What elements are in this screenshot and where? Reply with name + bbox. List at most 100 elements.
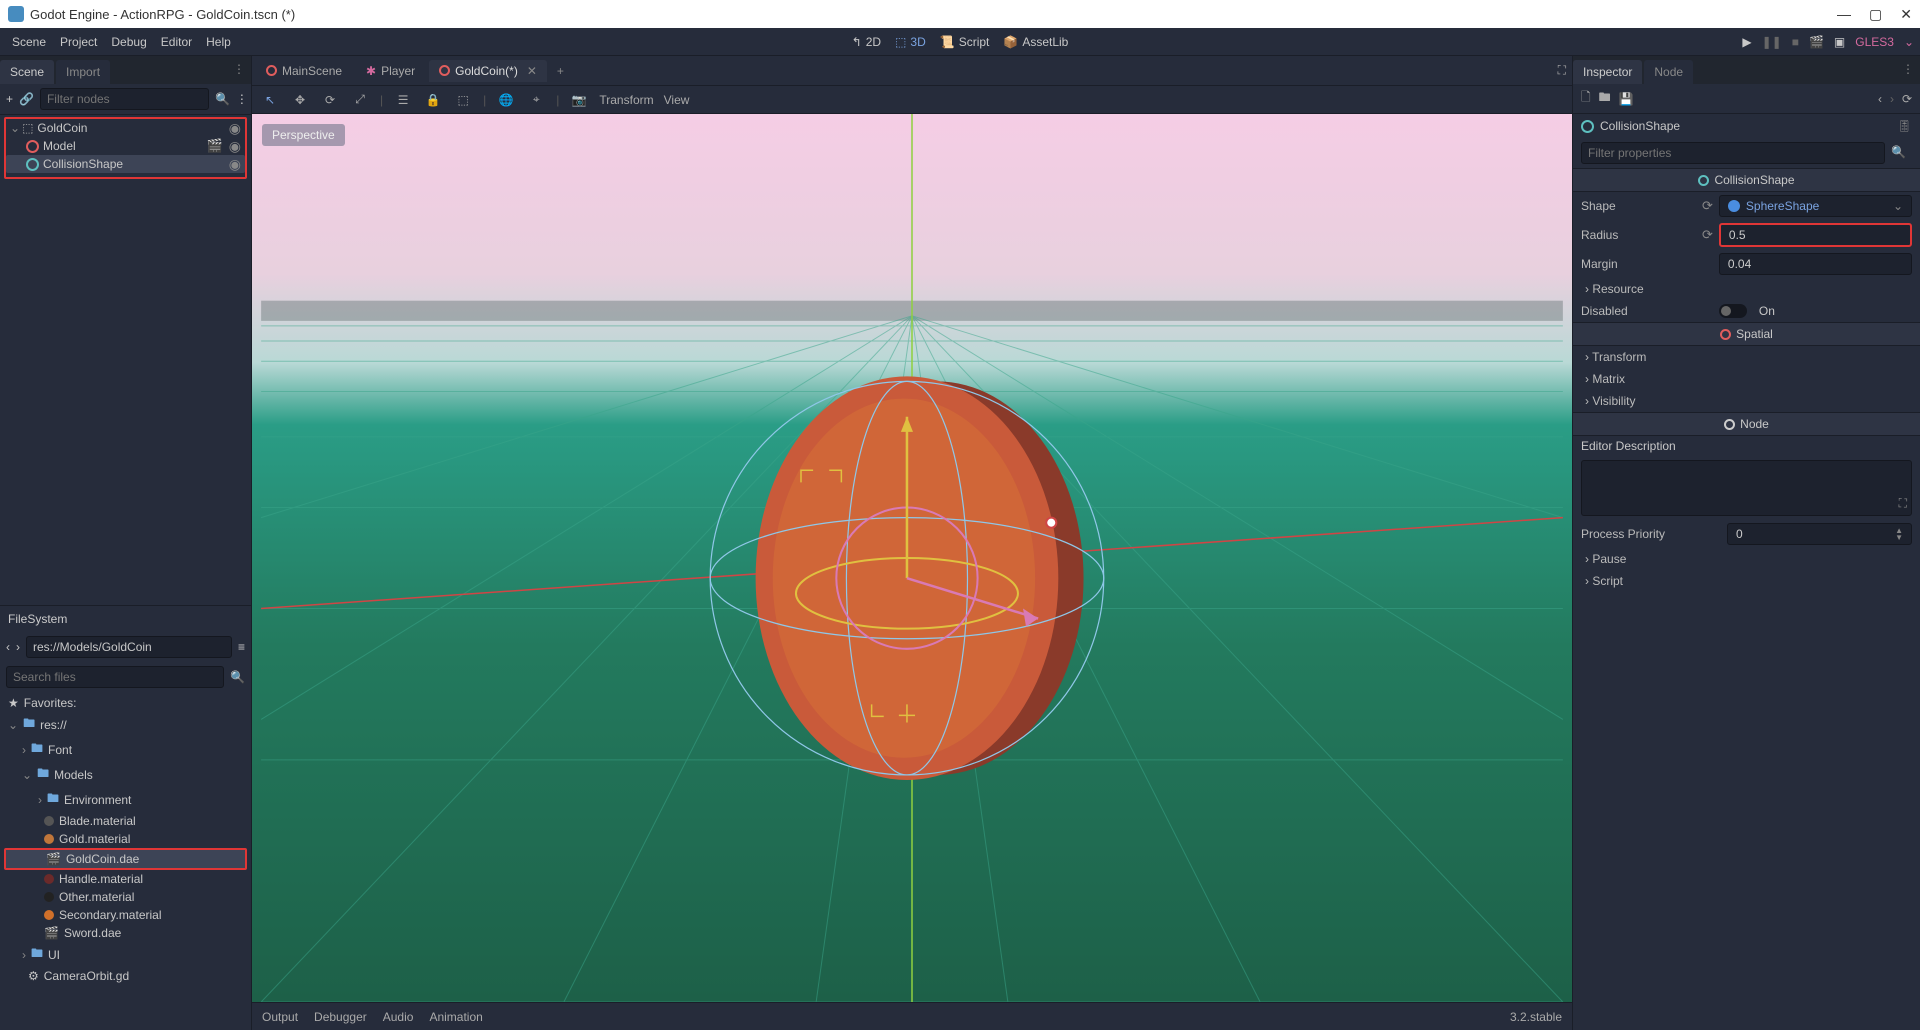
maximize-button[interactable]: ▢ (1869, 6, 1882, 23)
prop-priority-value[interactable]: 0▲▼ (1727, 523, 1912, 545)
chevron-down-icon[interactable]: ⌄ (1893, 199, 1903, 213)
history-list-icon[interactable]: ⟳ (1902, 92, 1912, 106)
history-back-icon[interactable]: ‹ (1878, 92, 1882, 106)
scene-dock-tab[interactable]: Scene (0, 60, 54, 84)
menu-debug[interactable]: Debug (111, 35, 146, 49)
new-resource-icon[interactable]: 🗋 (1581, 88, 1591, 109)
mode-2d[interactable]: ↰ 2D (852, 35, 881, 49)
expand-icon[interactable]: ⛶ (1899, 496, 1907, 511)
fs-file-cameraorbit[interactable]: ⚙CameraOrbit.gd (4, 967, 247, 985)
prop-margin-value[interactable]: 0.04 (1719, 253, 1912, 275)
transform-menu[interactable]: Transform (599, 93, 653, 107)
fs-search-input[interactable] (6, 666, 224, 688)
renderer-dropdown-icon[interactable]: ⌄ (1904, 35, 1914, 49)
editor-description-box[interactable]: ⛶ (1581, 460, 1912, 516)
fs-view-mode-icon[interactable]: ≡ (238, 640, 245, 654)
fs-file-goldcoin[interactable]: 🎬GoldCoin.dae (4, 848, 247, 870)
fs-folder-environment[interactable]: ›🖿Environment (4, 787, 247, 812)
move-tool-icon[interactable]: ✥ (290, 93, 310, 107)
section-node[interactable]: Node (1573, 412, 1920, 436)
lock-tool-icon[interactable]: 🔒 (423, 93, 443, 107)
tree-node-collisionshape[interactable]: CollisionShape ◉ (6, 155, 245, 173)
camera-tool-icon[interactable]: 📷 (569, 93, 589, 107)
add-node-icon[interactable]: + (6, 92, 13, 106)
menu-help[interactable]: Help (206, 35, 231, 49)
filter-properties-input[interactable] (1581, 142, 1885, 164)
renderer-select[interactable]: GLES3 (1855, 35, 1894, 49)
disabled-toggle[interactable] (1719, 304, 1747, 318)
pause-expand[interactable]: › Pause (1573, 548, 1920, 570)
fs-path[interactable]: res://Models/GoldCoin (26, 636, 232, 658)
spinner-icon[interactable]: ▲▼ (1895, 527, 1903, 541)
pause-button[interactable]: ❚❚ (1762, 35, 1782, 49)
scene-tab-mainscene[interactable]: MainScene (256, 60, 352, 82)
menu-project[interactable]: Project (60, 35, 97, 49)
add-scene-tab[interactable]: + (551, 64, 570, 78)
fs-file-secondary[interactable]: Secondary.material (4, 906, 247, 924)
close-button[interactable]: ✕ (1900, 6, 1912, 23)
search-icon[interactable]: 🔍 (215, 92, 230, 106)
node-tab[interactable]: Node (1644, 60, 1693, 84)
snap-tool-icon[interactable]: ⌖ (526, 92, 546, 107)
search-icon[interactable]: 🔍 (230, 670, 245, 684)
section-collisionshape[interactable]: CollisionShape (1573, 168, 1920, 192)
play-button[interactable]: ▶ (1742, 35, 1751, 49)
revert-icon[interactable]: ⟳ (1702, 198, 1713, 214)
bottom-debugger[interactable]: Debugger (314, 1010, 367, 1024)
scene-tab-goldcoin[interactable]: GoldCoin(*)✕ (429, 60, 547, 82)
fs-folder-models[interactable]: ⌄🖿Models (4, 762, 247, 787)
node-tools-icon[interactable]: 🎚 (1897, 119, 1912, 133)
play-custom-button[interactable]: ▣ (1834, 35, 1845, 49)
group-tool-icon[interactable]: ⬚ (453, 93, 473, 107)
viewport-3d[interactable]: Perspective (252, 114, 1572, 1002)
tree-root-goldcoin[interactable]: ⌄⬚ GoldCoin ◉ (6, 119, 245, 137)
scale-tool-icon[interactable]: ⤢ (350, 92, 370, 107)
visibility-expand[interactable]: › Visibility (1573, 390, 1920, 412)
import-dock-tab[interactable]: Import (56, 60, 110, 84)
select-tool-icon[interactable]: ↖ (260, 93, 280, 107)
prop-shape-value[interactable]: SphereShape⌄ (1719, 195, 1912, 217)
rotate-tool-icon[interactable]: ⟳ (320, 93, 340, 107)
fs-favorites[interactable]: ★Favorites: (4, 694, 247, 712)
matrix-expand[interactable]: › Matrix (1573, 368, 1920, 390)
fs-folder-font[interactable]: ›🖿Font (4, 737, 247, 762)
save-resource-icon[interactable]: 💾 (1619, 92, 1634, 106)
scene-tab-player[interactable]: ✱Player (356, 60, 425, 82)
mode-3d[interactable]: ⬚ 3D (895, 35, 926, 49)
bottom-animation[interactable]: Animation (429, 1010, 482, 1024)
minimize-button[interactable]: — (1837, 6, 1851, 23)
dock-menu-icon[interactable]: ⋮ (1902, 62, 1914, 76)
inspector-tab[interactable]: Inspector (1573, 60, 1642, 84)
section-spatial[interactable]: Spatial (1573, 322, 1920, 346)
play-scene-button[interactable]: 🎬 (1809, 35, 1824, 49)
fs-file-blade[interactable]: Blade.material (4, 812, 247, 830)
fs-file-gold[interactable]: Gold.material (4, 830, 247, 848)
transform-expand[interactable]: › Transform (1573, 346, 1920, 368)
scene-menu-icon[interactable]: ⋮ (236, 92, 248, 106)
search-icon[interactable]: 🔍 (1885, 142, 1912, 164)
menu-editor[interactable]: Editor (161, 35, 192, 49)
view-menu[interactable]: View (664, 93, 690, 107)
fs-back-icon[interactable]: ‹ (6, 640, 10, 654)
stop-button[interactable]: ■ (1792, 35, 1799, 49)
filter-nodes-input[interactable] (40, 88, 209, 110)
fs-forward-icon[interactable]: › (16, 640, 20, 654)
local-tool-icon[interactable]: 🌐 (496, 93, 516, 107)
revert-icon[interactable]: ⟳ (1702, 227, 1713, 243)
mode-assetlib[interactable]: 📦 AssetLib (1003, 35, 1068, 49)
prop-radius-value[interactable]: 0.5 (1719, 223, 1912, 247)
history-fwd-icon[interactable]: › (1890, 92, 1894, 106)
bottom-audio[interactable]: Audio (383, 1010, 414, 1024)
visibility-icon[interactable]: ◉ (229, 138, 241, 155)
fs-file-other[interactable]: Other.material (4, 888, 247, 906)
fs-file-handle[interactable]: Handle.material (4, 870, 247, 888)
distraction-free-icon[interactable]: ⛶ (1558, 63, 1566, 78)
dock-menu-icon[interactable]: ⋮ (233, 62, 245, 76)
script-expand[interactable]: › Script (1573, 570, 1920, 592)
tree-node-model[interactable]: Model 🎬 ◉ (6, 137, 245, 155)
fs-res-root[interactable]: ⌄🖿res:// (4, 712, 247, 737)
resource-expand[interactable]: › Resource (1573, 278, 1920, 300)
scene-link-icon[interactable]: 🎬 (207, 138, 223, 154)
visibility-icon[interactable]: ◉ (229, 156, 241, 173)
bottom-output[interactable]: Output (262, 1010, 298, 1024)
